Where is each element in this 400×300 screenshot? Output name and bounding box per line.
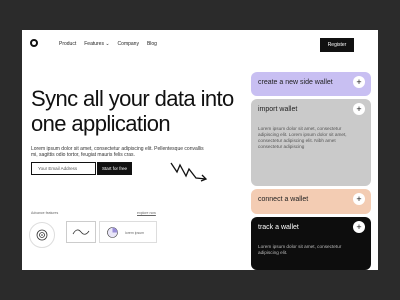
card-create-wallet[interactable]: create a new side wallet + xyxy=(251,72,371,96)
landing-page: Product Features ⌄ Company Blog Register… xyxy=(22,30,378,270)
pie-chart-icon xyxy=(107,227,118,238)
card-title: import wallet xyxy=(258,106,298,113)
email-input[interactable]: Your Email Address xyxy=(31,162,96,175)
card-title: track a wallet xyxy=(258,224,299,231)
explore-link[interactable]: explore now xyxy=(137,211,156,215)
start-free-button[interactable]: Start for free xyxy=(97,162,132,175)
card-track-wallet[interactable]: track a wallet + Lorem ipsum dolor sit a… xyxy=(251,217,371,270)
nav-item-product[interactable]: Product xyxy=(59,41,76,47)
nav-item-company[interactable]: Company xyxy=(118,41,139,47)
register-button[interactable]: Register xyxy=(320,38,354,52)
squiggle-arrow-icon xyxy=(170,162,208,182)
plus-icon[interactable]: + xyxy=(353,76,365,88)
hero-headline: Sync all your data into one application xyxy=(31,86,234,136)
hero-subtext: Lorem ipsum dolor sit amet, consectetur … xyxy=(31,146,204,158)
plus-icon[interactable]: + xyxy=(353,193,365,205)
feature-wave-card[interactable] xyxy=(66,221,96,243)
card-description: Lorem ipsum dolor sit amet, consectetur … xyxy=(258,244,342,255)
card-import-wallet[interactable]: import wallet + Lorem ipsum dolor sit am… xyxy=(251,99,371,186)
card-description: Lorem ipsum dolor sit amet, consectetur … xyxy=(258,126,347,149)
plus-icon[interactable]: + xyxy=(353,221,365,233)
logo-icon[interactable] xyxy=(30,39,38,47)
top-nav: Product Features ⌄ Company Blog xyxy=(59,41,157,47)
features-label: Advance features xyxy=(31,211,59,215)
feature-pie-card[interactable]: lorem ipsum xyxy=(99,221,157,243)
card-title: create a new side wallet xyxy=(258,79,333,86)
nav-item-blog[interactable]: Blog xyxy=(147,41,157,47)
feature-text: lorem ipsum xyxy=(125,231,145,235)
card-title: connect a wallet xyxy=(258,196,309,203)
target-icon xyxy=(36,229,48,241)
wave-icon xyxy=(72,229,90,235)
plus-icon[interactable]: + xyxy=(353,103,365,115)
nav-item-features[interactable]: Features ⌄ xyxy=(84,41,109,47)
feature-target-card[interactable] xyxy=(29,222,55,248)
card-connect-wallet[interactable]: connect a wallet + xyxy=(251,189,371,214)
